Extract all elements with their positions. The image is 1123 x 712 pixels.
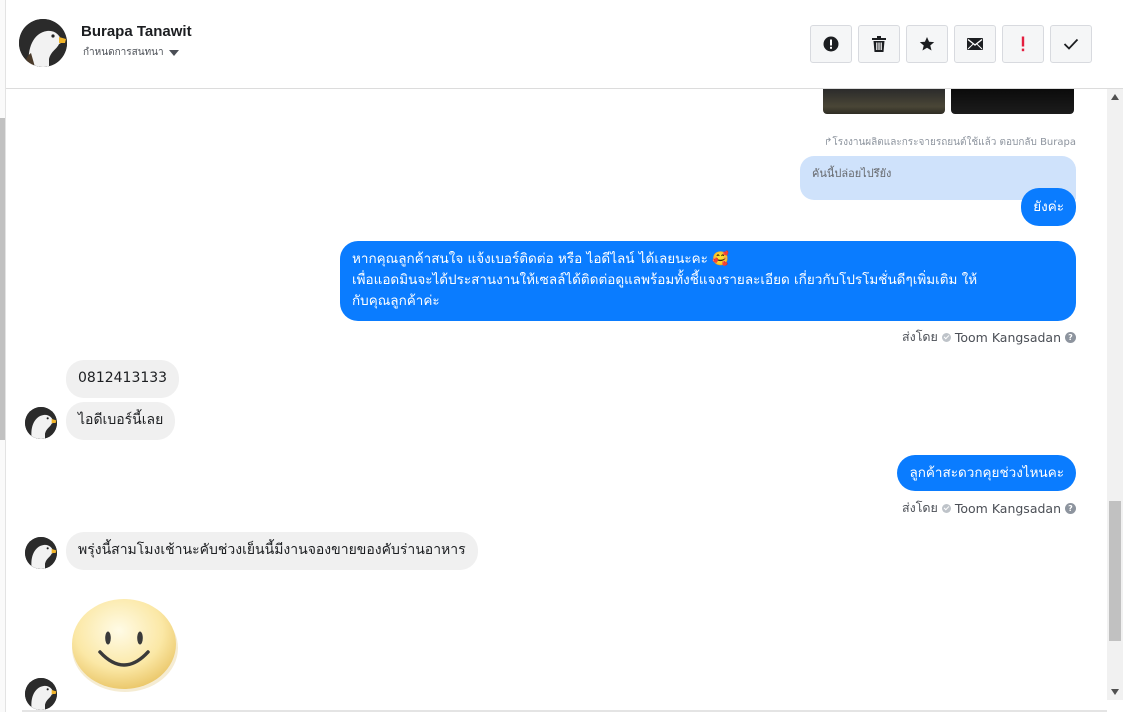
conversation-header: Burapa Tanawit กำหนดการสนทนา [6, 0, 1123, 89]
messenger-window: Burapa Tanawit กำหนดการสนทนา ↱โรงงานผลิต… [0, 0, 1123, 712]
sent-by-prefix: ส่งโดย [901, 329, 938, 344]
star-button[interactable] [906, 25, 948, 63]
smiley-sticker[interactable] [70, 596, 180, 692]
outgoing-message[interactable]: หากคุณลูกค้าสนใจ แจ้งเบอร์ติดต่อ หรือ ไอ… [340, 241, 1076, 321]
chat-scrollbar[interactable] [1107, 89, 1123, 700]
sender-avatar[interactable] [25, 537, 57, 569]
bald-eagle-avatar-icon [19, 19, 67, 67]
star-icon [919, 37, 935, 51]
message-line: หากคุณลูกค้าสนใจ แจ้งเบอร์ติดต่อ หรือ ไอ… [352, 251, 729, 267]
mark-spam-button[interactable] [810, 25, 852, 63]
incoming-message[interactable]: ไอดีเบอร์นี้เลย [66, 402, 176, 440]
assign-conversation-dropdown[interactable]: กำหนดการสนทนา [83, 45, 179, 60]
agent-name[interactable]: Toom Kangsadan [955, 501, 1061, 516]
alert-icon [823, 36, 839, 52]
chat-scrollbar-thumb[interactable] [1109, 501, 1121, 641]
sent-by-prefix: ส่งโดย [901, 500, 938, 515]
attached-photo[interactable] [823, 89, 945, 114]
exclamation-icon [1021, 36, 1025, 52]
bald-eagle-avatar-icon [25, 407, 57, 439]
mark-done-button[interactable] [1050, 25, 1092, 63]
scroll-down-arrow-icon[interactable] [1111, 689, 1119, 695]
sent-by-label: ส่งโดย Toom Kangsadan ? [902, 498, 1076, 518]
help-icon[interactable]: ? [1065, 331, 1076, 343]
reply-context-note: ↱โรงงานผลิตและกระจายรถยนต์ใช้แล้ว ตอบกลั… [823, 137, 1076, 148]
attached-photo[interactable] [951, 89, 1074, 114]
trash-icon [872, 36, 886, 52]
sender-avatar[interactable] [25, 678, 57, 710]
help-icon[interactable]: ? [1065, 502, 1076, 514]
sender-avatar[interactable] [25, 407, 57, 439]
contact-name: Burapa Tanawit [81, 23, 192, 40]
checkmark-icon [1063, 38, 1079, 50]
check-circle-icon [941, 503, 951, 513]
conversation-toolbar [810, 25, 1092, 63]
check-circle-icon [941, 332, 951, 342]
mark-important-button[interactable] [1002, 25, 1044, 63]
scroll-up-arrow-icon[interactable] [1111, 94, 1119, 100]
envelope-icon [967, 38, 983, 50]
agent-name[interactable]: Toom Kangsadan [955, 330, 1061, 345]
incoming-message[interactable]: พรุ่งนี้สามโมงเช้านะคับช่วงเย็นนี้มีงานจ… [66, 532, 478, 570]
sent-by-label: ส่งโดย Toom Kangsadan ? [902, 327, 1076, 347]
outgoing-message[interactable]: ลูกค้าสะดวกคุยช่วงไหนคะ [897, 455, 1076, 491]
bald-eagle-avatar-icon [25, 678, 57, 710]
smiley-face-sticker-icon [72, 599, 178, 692]
contact-avatar[interactable] [19, 19, 67, 67]
mark-unread-button[interactable] [954, 25, 996, 63]
caret-down-icon [168, 50, 179, 56]
assign-label: กำหนดการสนทนา [83, 47, 164, 58]
delete-button[interactable] [858, 25, 900, 63]
message-line: กับคุณลูกค้าค่ะ [352, 293, 440, 309]
incoming-message[interactable]: 0812413133 [66, 360, 180, 398]
message-line: เพื่อแอดมินจะได้ประสานงานให้เซลล์ได้ติดต… [352, 272, 978, 288]
outgoing-message[interactable]: ยังค่ะ [1021, 188, 1076, 226]
bald-eagle-avatar-icon [25, 537, 57, 569]
message-list[interactable]: ↱โรงงานผลิตและกระจายรถยนต์ใช้แล้ว ตอบกลั… [6, 89, 1107, 712]
left-scrollbar-thumb[interactable] [0, 118, 5, 440]
